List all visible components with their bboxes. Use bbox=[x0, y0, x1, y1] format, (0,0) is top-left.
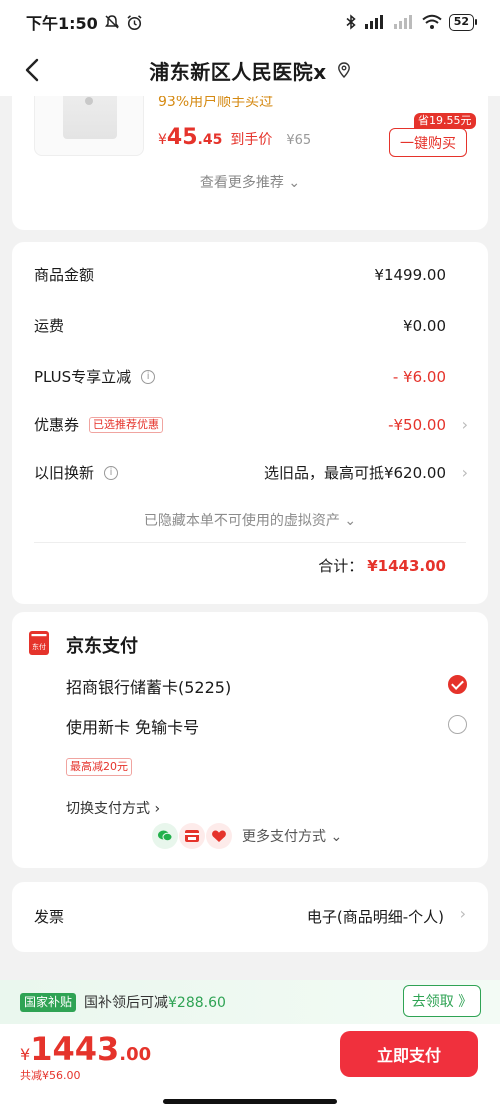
save-badge: 省19.55元 bbox=[414, 113, 476, 129]
home-indicator[interactable] bbox=[163, 1099, 337, 1104]
product-purchase-hint: 93%用户顺手买过 bbox=[158, 96, 274, 110]
invoice-card[interactable]: 发票 电子(商品明细-个人) › bbox=[12, 882, 488, 952]
battery-indicator: 52 bbox=[448, 13, 478, 31]
status-bar: 下午1:50 52 bbox=[0, 0, 500, 44]
footer-total-price: ¥ 1443 .00 bbox=[20, 1030, 152, 1068]
payment-title: 京东支付 bbox=[66, 636, 138, 657]
svg-text:东付: 东付 bbox=[32, 642, 46, 651]
wechat-pay-icon bbox=[152, 823, 178, 849]
wifi-icon bbox=[422, 14, 442, 29]
bottom-bar: ¥ 1443 .00 共减¥56.00 立即支付 bbox=[0, 1024, 500, 1111]
bluetooth-icon bbox=[346, 14, 356, 30]
order-total-amount: ¥1443.00 bbox=[367, 556, 446, 575]
summary-row-plus-discount: PLUS专享立减 i - ¥6.00 bbox=[34, 367, 446, 387]
chevron-right-icon: › bbox=[459, 904, 466, 923]
page-title[interactable]: 浦东新区人民医院x bbox=[149, 56, 326, 85]
price-label: 到手价 bbox=[230, 132, 273, 148]
subsidy-amount: ¥288.60 bbox=[168, 995, 226, 1011]
scroll-content[interactable]: 93%用户顺手买过 ¥ 45 .45 到手价 ¥65 省19.55元 一键购买 … bbox=[0, 96, 500, 980]
chevron-right-icon: › bbox=[154, 801, 161, 817]
summary-row-trade-in[interactable]: 以旧换新 i 选旧品，最高可抵¥620.00 › bbox=[34, 462, 468, 483]
invoice-value: 电子(商品明细-个人) bbox=[306, 908, 444, 926]
payment-card: 东付 京东支付 招商银行储蓄卡(5225) 使用新卡 免输卡号 最高减20元 切… bbox=[12, 612, 488, 868]
back-arrow-icon[interactable] bbox=[18, 54, 50, 86]
invoice-label: 发票 bbox=[34, 908, 65, 926]
pay-now-button[interactable]: 立即支付 bbox=[340, 1031, 478, 1077]
max-reduce-tag: 最高减20元 bbox=[66, 758, 132, 776]
summary-row-shipping: 运费 ¥0.00 bbox=[34, 316, 446, 336]
chevron-down-icon: ⌄ bbox=[288, 175, 301, 191]
signal-icon bbox=[364, 15, 383, 29]
payment-option-new-card[interactable]: 使用新卡 免输卡号 bbox=[66, 714, 199, 738]
info-icon[interactable]: i bbox=[141, 369, 156, 384]
subsidy-banner: 国家补贴 国补领后可减¥288.60 去领取 》 bbox=[0, 980, 500, 1024]
price-summary-card: 商品金额 ¥1499.00 运费 ¥0.00 PLUS专享立减 i - ¥6.0… bbox=[12, 242, 488, 604]
payment-radio-new-card[interactable] bbox=[448, 715, 467, 734]
hidden-assets-toggle[interactable]: 已隐藏本单不可使用的虚拟资产 ⌄ bbox=[12, 510, 488, 530]
coupon-tag: 已选推荐优惠 bbox=[89, 416, 164, 433]
payment-option-cmb-card[interactable]: 招商银行储蓄卡(5225) bbox=[66, 674, 231, 698]
chevron-right-icon: › bbox=[461, 463, 468, 482]
more-payment-methods[interactable]: 更多支付方式 ⌄ bbox=[152, 823, 342, 849]
signal-weak-icon bbox=[393, 15, 412, 29]
divider bbox=[34, 542, 466, 543]
footer-discount: 共减¥56.00 bbox=[20, 1069, 81, 1082]
quick-buy-button[interactable]: 一键购买 bbox=[389, 128, 467, 157]
info-icon[interactable]: i bbox=[104, 465, 119, 480]
credit-pay-icon bbox=[206, 823, 232, 849]
order-total: 合计： ¥1443.00 bbox=[318, 556, 446, 576]
chevron-down-icon: ⌄ bbox=[330, 829, 343, 845]
product-image[interactable] bbox=[34, 96, 144, 156]
status-time: 下午1:50 bbox=[26, 14, 98, 33]
recommend-card: 93%用户顺手买过 ¥ 45 .45 到手价 ¥65 省19.55元 一键购买 … bbox=[12, 96, 488, 230]
alarm-icon bbox=[127, 14, 142, 30]
switch-payment-link[interactable]: 切换支付方式 › bbox=[66, 798, 160, 818]
mute-icon bbox=[104, 15, 119, 29]
summary-row-coupon[interactable]: 优惠券 已选推荐优惠 -¥50.00 › bbox=[34, 414, 468, 435]
location-pin-icon[interactable] bbox=[337, 62, 351, 78]
bank-card-icon bbox=[179, 823, 205, 849]
jd-pay-logo-icon: 东付 bbox=[29, 631, 49, 655]
subsidy-badge: 国家补贴 bbox=[20, 992, 77, 1012]
more-recommend-link[interactable]: 查看更多推荐 ⌄ bbox=[12, 172, 488, 192]
payment-radio-cmb-card[interactable] bbox=[448, 675, 467, 694]
chevron-down-icon: ⌄ bbox=[344, 513, 357, 529]
original-price: ¥65 bbox=[286, 133, 312, 148]
summary-row-goods-amount: 商品金额 ¥1499.00 bbox=[34, 265, 446, 285]
chevron-right-icon: › bbox=[461, 415, 468, 434]
claim-subsidy-button[interactable]: 去领取 》 bbox=[403, 985, 481, 1017]
nav-bar: 浦东新区人民医院x bbox=[0, 44, 500, 96]
product-price: ¥ 45 .45 到手价 ¥65 bbox=[158, 125, 312, 150]
